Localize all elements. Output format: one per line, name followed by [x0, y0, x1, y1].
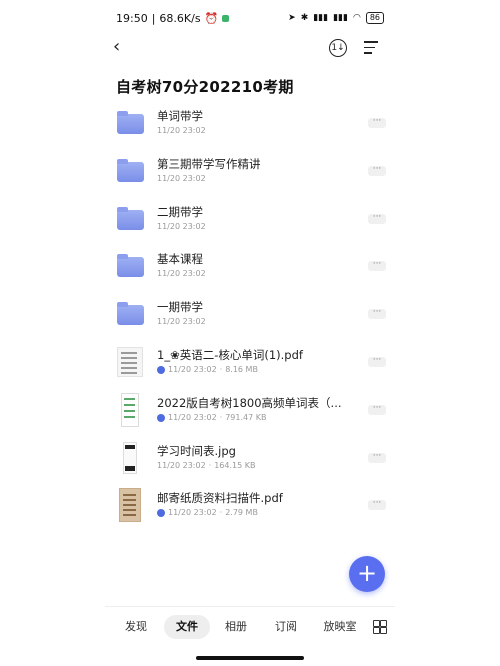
wifi-icon: ◠ [352, 13, 361, 23]
list-item[interactable]: 1_❀英语二-核心单词(1).pdf 11/20 23:02 · 8.16 MB ·… [114, 343, 386, 383]
bluetooth-icon: ✱ [300, 13, 309, 23]
clock: 19:50 [116, 12, 148, 25]
list-item[interactable]: 2022版自考树1800高频单词表（... 11/20 23:02 · 791.47… [114, 391, 386, 431]
tab-files[interactable]: 文件 [164, 615, 210, 639]
more-button[interactable]: ··· [368, 499, 386, 510]
file-meta: 11/20 23:02 · 2.79 MB [157, 508, 258, 517]
file-meta: 11/20 23:02 [157, 126, 206, 135]
more-button[interactable]: ··· [368, 165, 386, 176]
battery-indicator: 86 [365, 12, 384, 24]
list-item[interactable]: 基本课程 11/20 23:02 ··· [114, 247, 386, 287]
file-name: 一期带学 [157, 300, 203, 314]
tab-discover[interactable]: 发现 [115, 615, 157, 639]
file-name: 邮寄纸质资料扫描件.pdf [157, 491, 283, 505]
list-item[interactable]: 单词带学 11/20 23:02 ··· [114, 104, 386, 144]
cloud-sync-icon [157, 413, 165, 422]
grid-apps-icon[interactable] [373, 620, 387, 634]
back-arrow-icon[interactable]: ‹ [113, 38, 120, 56]
file-meta: 11/20 23:02 [157, 174, 206, 183]
sort-icon[interactable]: 1↓ [329, 39, 347, 57]
cloud-sync-icon [157, 365, 165, 374]
folder-icon [117, 159, 144, 182]
list-item[interactable]: 邮寄纸质资料扫描件.pdf 11/20 23:02 · 2.79 MB ··· [114, 486, 386, 526]
file-name: 学习时间表.jpg [157, 444, 236, 458]
cloud-sync-icon [157, 508, 165, 517]
status-bar: 19:50 | 68.6K/s ⏰ ➤ ✱ ▮▮▮ ▮▮▮ ◠ 86 [0, 10, 500, 28]
network-speed: 68.6K/s [159, 12, 201, 25]
top-bar: ‹ 1↓ [0, 38, 500, 58]
list-item[interactable]: 一期带学 11/20 23:02 ··· [114, 295, 386, 335]
location-icon: ➤ [288, 13, 296, 23]
add-button[interactable]: + [349, 556, 385, 592]
more-button[interactable]: ··· [368, 356, 386, 367]
file-meta: 11/20 23:02 [157, 269, 206, 278]
page-title: 自考树70分202210考期 [116, 78, 294, 96]
file-name: 2022版自考树1800高频单词表（... [157, 396, 342, 410]
more-button[interactable]: ··· [368, 117, 386, 128]
folder-icon [117, 207, 144, 230]
list-item[interactable]: 学习时间表.jpg 11/20 23:02 · 164.15 KB ··· [114, 439, 386, 479]
file-meta: 11/20 23:02 · 8.16 MB [157, 365, 258, 374]
file-meta: 11/20 23:02 · 164.15 KB [157, 461, 256, 470]
status-left: 19:50 | 68.6K/s ⏰ [116, 12, 230, 25]
app-notification-icon [222, 15, 230, 22]
spreadsheet-thumbnail-icon [121, 393, 139, 427]
more-button[interactable]: ··· [368, 213, 386, 224]
file-name: 1_❀英语二-核心单词(1).pdf [157, 348, 303, 362]
tab-subscribe[interactable]: 订阅 [265, 615, 307, 639]
more-button[interactable]: ··· [368, 452, 386, 463]
file-name: 第三期带学写作精讲 [157, 157, 261, 171]
file-name: 单词带学 [157, 109, 203, 123]
pdf-thumbnail-icon [117, 347, 143, 377]
bottom-tab-bar: 发现 文件 相册 订阅 放映室 [105, 606, 395, 641]
folder-icon [117, 111, 144, 134]
more-button[interactable]: ··· [368, 308, 386, 319]
scan-thumbnail-icon [119, 488, 141, 522]
folder-icon [117, 302, 144, 325]
list-item[interactable]: 二期带学 11/20 23:02 ··· [114, 200, 386, 240]
file-meta: 11/20 23:02 [157, 317, 206, 326]
tab-album[interactable]: 相册 [215, 615, 257, 639]
list-item[interactable]: 第三期带学写作精讲 11/20 23:02 ··· [114, 152, 386, 192]
file-meta: 11/20 23:02 [157, 222, 206, 231]
image-thumbnail-icon [123, 442, 137, 474]
file-name: 二期带学 [157, 205, 203, 219]
signal-icon-2: ▮▮▮ [333, 13, 348, 23]
status-right: ➤ ✱ ▮▮▮ ▮▮▮ ◠ 86 [288, 12, 384, 24]
folder-icon [117, 254, 144, 277]
alarm-icon: ⏰ [204, 12, 219, 25]
file-name: 基本课程 [157, 252, 203, 266]
home-indicator [196, 656, 304, 660]
tab-theater[interactable]: 放映室 [315, 615, 365, 639]
file-meta: 11/20 23:02 · 791.47 KB [157, 413, 266, 422]
signal-icon: ▮▮▮ [313, 13, 329, 23]
more-button[interactable]: ··· [368, 404, 386, 415]
menu-lines-icon[interactable] [364, 41, 378, 58]
more-button[interactable]: ··· [368, 260, 386, 271]
